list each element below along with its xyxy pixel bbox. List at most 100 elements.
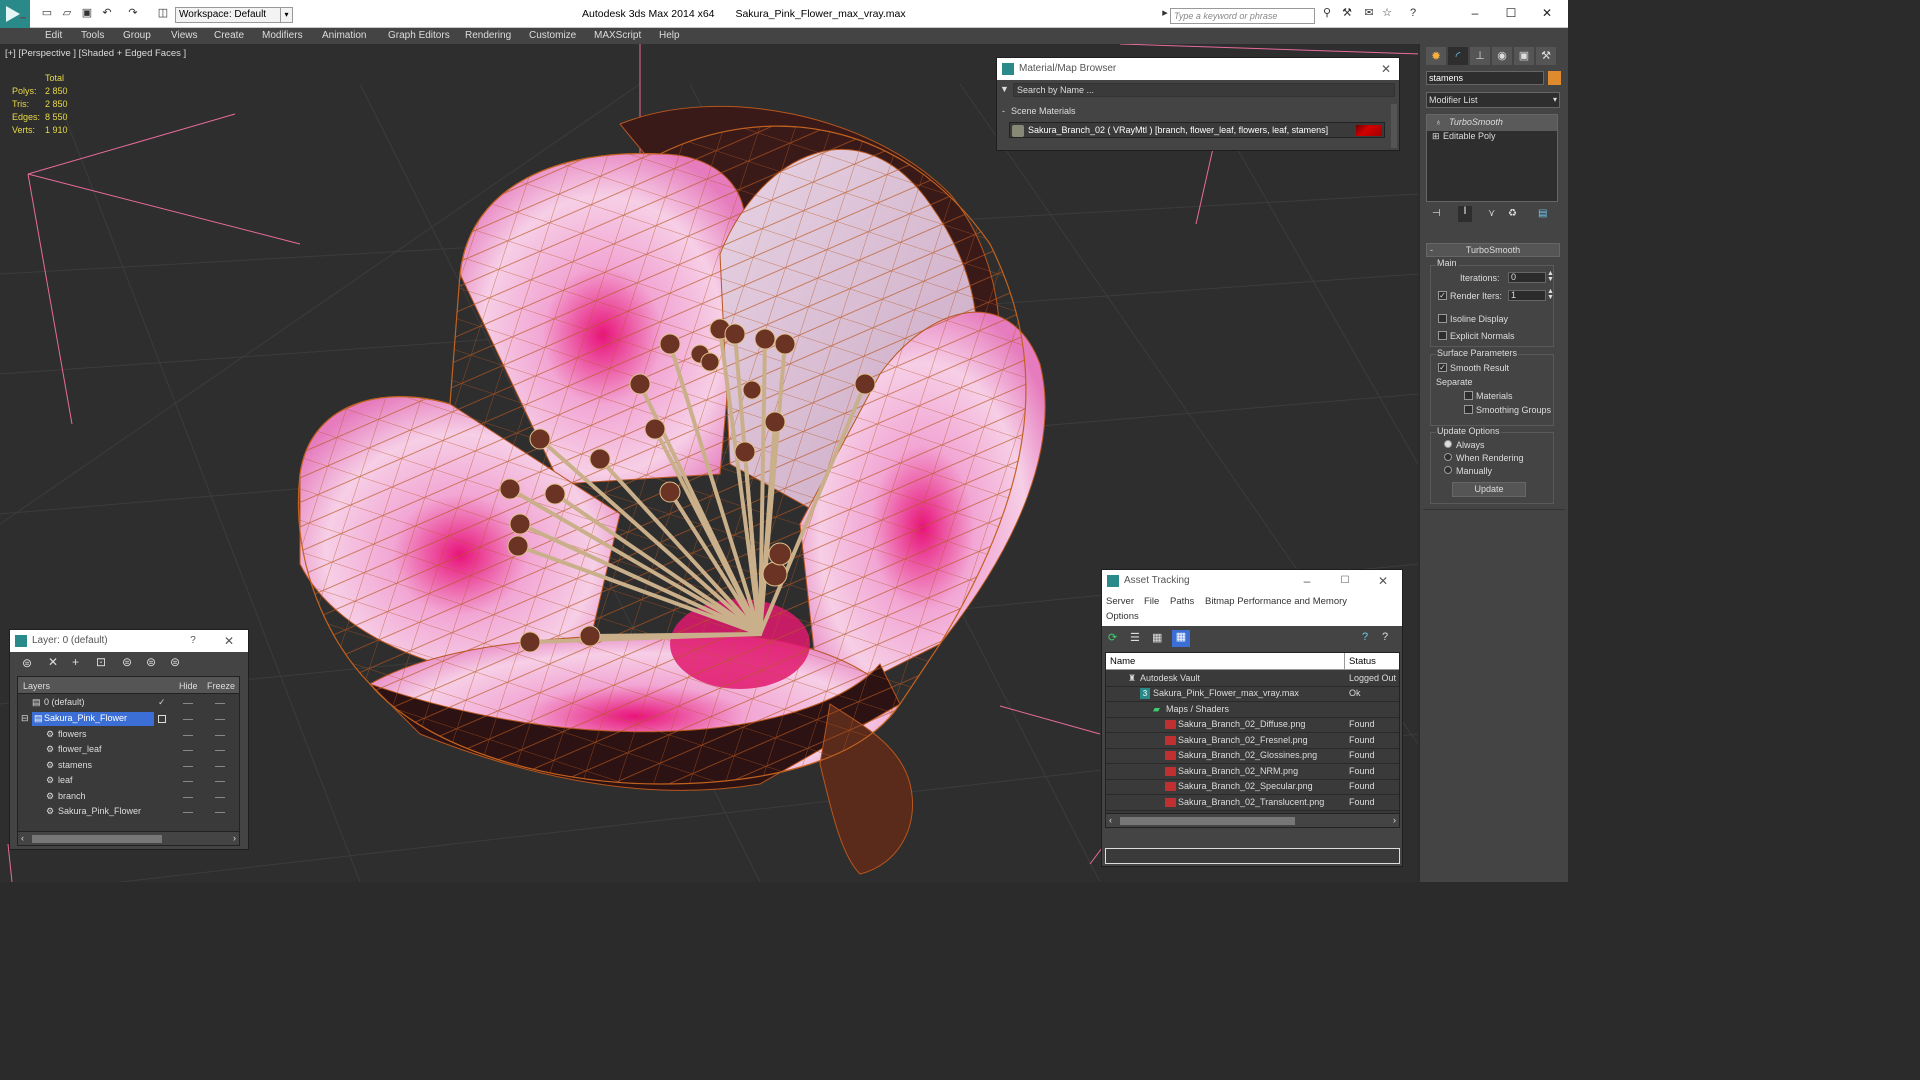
menu-edit[interactable]: Edit xyxy=(45,30,62,41)
update-always-radio[interactable] xyxy=(1444,440,1452,448)
material-browser-titlebar[interactable]: Material/Map Browser ✕ xyxy=(997,58,1399,80)
name-column-header[interactable]: Name xyxy=(1110,656,1135,667)
render-iters-checkbox[interactable]: ✓ xyxy=(1438,291,1447,300)
material-search-input[interactable]: Search by Name ... xyxy=(1013,83,1395,97)
utilities-tab-icon[interactable]: ⚒ xyxy=(1536,47,1556,65)
table-view-icon[interactable]: ▦ xyxy=(1172,630,1190,647)
help-icon[interactable]: ? xyxy=(1406,6,1420,20)
hide-toggle[interactable] xyxy=(183,812,193,813)
iterations-spinner-arrows[interactable]: ▲ ▼ xyxy=(1547,270,1554,283)
hide-column-header[interactable]: Hide xyxy=(179,681,198,691)
material-row[interactable]: Sakura_Branch_02 ( VRayMtl ) [branch, fl… xyxy=(1009,122,1385,138)
close-icon[interactable]: ✕ xyxy=(222,630,236,652)
hide-toggle[interactable] xyxy=(183,719,193,720)
menu-rendering[interactable]: Rendering xyxy=(465,30,511,41)
minimize-button[interactable]: – xyxy=(1300,570,1314,592)
menu-bitmap-performance[interactable]: Bitmap Performance and Memory xyxy=(1205,596,1347,607)
menu-file[interactable]: File xyxy=(1144,596,1159,607)
hide-toggle[interactable] xyxy=(183,735,193,736)
save-file-icon[interactable]: ▣ xyxy=(80,6,94,20)
freeze-toggle[interactable] xyxy=(215,703,225,704)
column-divider[interactable] xyxy=(1344,653,1345,670)
menu-modifiers[interactable]: Modifiers xyxy=(262,30,303,41)
close-icon[interactable]: ✕ xyxy=(1379,58,1393,80)
layers-column-header[interactable]: Layers xyxy=(23,681,50,691)
maximize-button[interactable]: ☐ xyxy=(1338,570,1352,592)
project-folder-icon[interactable]: ◫ xyxy=(156,6,170,20)
minimize-button[interactable]: – xyxy=(1467,5,1483,21)
favorites-star-icon[interactable]: ☆ xyxy=(1380,6,1394,20)
scene-materials-header[interactable]: Scene Materials xyxy=(1011,106,1076,116)
communication-icon[interactable]: ✉ xyxy=(1362,6,1376,20)
select-objects-icon[interactable]: ⊡ xyxy=(96,655,106,669)
freeze-toggle[interactable] xyxy=(215,797,225,798)
hierarchy-tab-icon[interactable]: ⊥ xyxy=(1470,47,1490,65)
app-logo-icon[interactable] xyxy=(0,0,30,28)
motion-tab-icon[interactable]: ◉ xyxy=(1492,47,1512,65)
close-button[interactable]: ✕ xyxy=(1539,5,1555,21)
turbosmooth-rollout-header[interactable]: - TurboSmooth xyxy=(1426,243,1560,257)
freeze-toggle[interactable] xyxy=(215,812,225,813)
scroll-right-icon[interactable]: › xyxy=(1393,815,1396,825)
object-name-field[interactable]: stamens xyxy=(1426,71,1544,85)
current-layer-box-icon[interactable] xyxy=(158,715,166,723)
create-tab-icon[interactable]: ✹ xyxy=(1426,47,1446,65)
hide-all-layers-icon[interactable]: ⊜ xyxy=(146,655,156,669)
close-button[interactable]: ✕ xyxy=(1376,570,1390,592)
menu-tools[interactable]: Tools xyxy=(81,30,104,41)
layer-list-hscrollbar[interactable]: ‹ › xyxy=(18,831,239,845)
hide-toggle[interactable] xyxy=(183,766,193,767)
help-question-icon[interactable]: ? xyxy=(1362,631,1368,643)
make-unique-icon[interactable]: ⋎ xyxy=(1488,208,1495,219)
show-end-result-icon[interactable]: Ⅰ xyxy=(1458,206,1472,222)
menu-server[interactable]: Server xyxy=(1106,596,1134,607)
object-row-flower-leaf[interactable]: ⚙ flower_leaf xyxy=(18,742,239,758)
display-tab-icon[interactable]: ▣ xyxy=(1514,47,1534,65)
iterations-spinner[interactable]: 0 xyxy=(1508,272,1546,283)
asset-row-max-file[interactable]: 3 Sakura_Pink_Flower_max_vray.max Ok xyxy=(1106,686,1399,702)
help-pointer-icon[interactable]: ? xyxy=(1382,631,1388,643)
maximize-button[interactable]: ☐ xyxy=(1503,5,1519,21)
lightbulb-icon[interactable]: ♁ xyxy=(1435,115,1442,130)
binoculars-icon[interactable]: ⚲ xyxy=(1320,6,1334,20)
status-column-header[interactable]: Status xyxy=(1349,656,1376,667)
expand-plus-icon[interactable]: ⊞ xyxy=(1432,129,1440,144)
modify-tab-icon[interactable]: ◜ xyxy=(1448,47,1468,65)
render-iters-spinner[interactable]: 1 xyxy=(1508,290,1546,301)
scrollbar-thumb[interactable] xyxy=(32,835,162,843)
menu-graph-editors[interactable]: Graph Editors xyxy=(388,30,450,41)
object-row-stamens[interactable]: ⚙ stamens xyxy=(18,758,239,774)
menu-animation[interactable]: Animation xyxy=(322,30,366,41)
separate-materials-checkbox[interactable] xyxy=(1464,391,1473,400)
layer-row-sakura-pink-flower[interactable]: ⊟ ▤ Sakura_Pink_Flower xyxy=(18,711,239,727)
subscription-icon[interactable]: ⚒ xyxy=(1340,6,1354,20)
menu-maxscript[interactable]: MAXScript xyxy=(594,30,641,41)
freeze-column-header[interactable]: Freeze xyxy=(207,681,235,691)
object-row-leaf[interactable]: ⚙ leaf xyxy=(18,773,239,789)
modifier-list-dropdown[interactable]: Modifier List ▾ xyxy=(1426,92,1560,108)
hide-toggle[interactable] xyxy=(183,750,193,751)
explicit-normals-checkbox[interactable] xyxy=(1438,331,1447,340)
update-button[interactable]: Update xyxy=(1452,482,1526,497)
hide-toggle[interactable] xyxy=(183,781,193,782)
freeze-toggle[interactable] xyxy=(215,766,225,767)
menu-options[interactable]: Options xyxy=(1106,611,1139,622)
scroll-left-icon[interactable]: ‹ xyxy=(1109,815,1112,825)
delete-layer-icon[interactable]: ✕ xyxy=(48,655,58,669)
asset-row-fresnel[interactable]: Sakura_Branch_02_Fresnel.png Found xyxy=(1106,733,1399,749)
viewport-label[interactable]: [+] [Perspective ] [Shaded + Edged Faces… xyxy=(5,48,186,59)
menu-help[interactable]: Help xyxy=(659,30,680,41)
asset-list-hscrollbar[interactable]: ‹ › xyxy=(1106,813,1399,827)
menu-create[interactable]: Create xyxy=(214,30,244,41)
scroll-left-icon[interactable]: ‹ xyxy=(21,833,24,843)
object-row-branch[interactable]: ⚙ branch xyxy=(18,789,239,805)
stack-item-editable-poly[interactable]: ⊞ Editable Poly xyxy=(1427,129,1557,145)
active-layer-check-icon[interactable]: ✓ xyxy=(158,695,166,710)
pin-stack-icon[interactable]: ⊣ xyxy=(1432,208,1441,219)
open-file-icon[interactable]: ▱ xyxy=(60,6,74,20)
list-view-icon[interactable]: ☰ xyxy=(1130,631,1140,644)
separate-smoothing-groups-checkbox[interactable] xyxy=(1464,405,1473,414)
redo-icon[interactable]: ↷ xyxy=(126,6,140,20)
hide-toggle[interactable] xyxy=(183,797,193,798)
asset-row-maps-shaders[interactable]: ▰ Maps / Shaders xyxy=(1106,702,1399,718)
